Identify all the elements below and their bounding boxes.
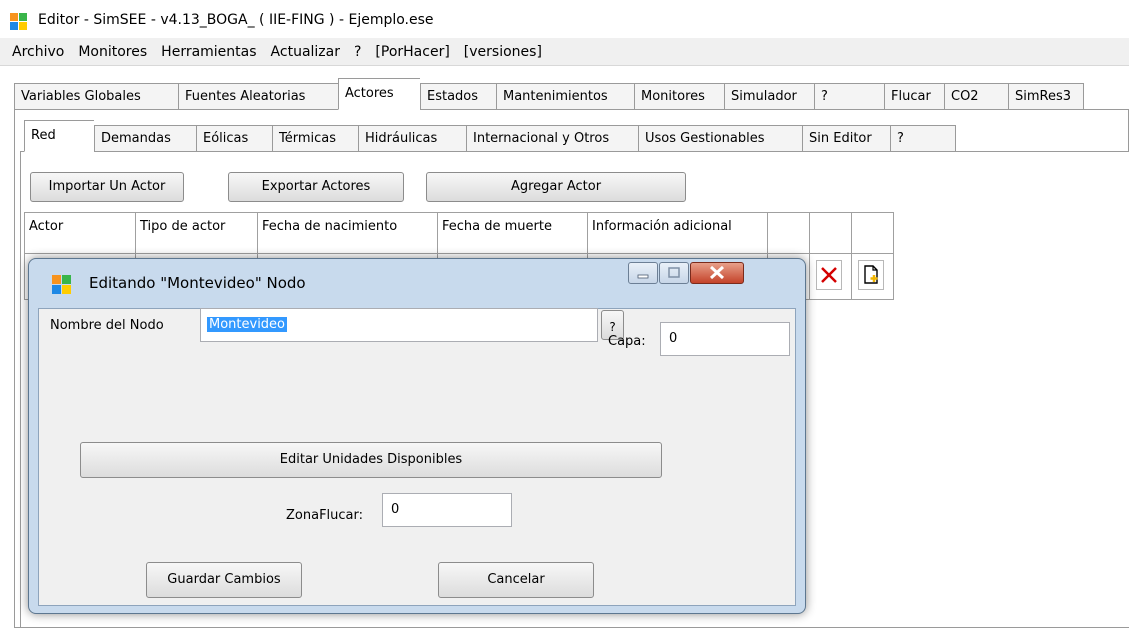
window-title: Editor - SimSEE - v4.13_BOGA_ ( IIE-FING… <box>38 12 434 28</box>
column-header-tipo[interactable]: Tipo de actor <box>136 212 258 254</box>
app-icon <box>10 13 28 31</box>
column-header-edit <box>768 212 810 254</box>
tab-red[interactable]: Red <box>24 120 94 152</box>
tab-monitores[interactable]: Monitores <box>634 83 724 110</box>
node-name-label: Nombre del Nodo <box>50 318 164 333</box>
tab-termicas[interactable]: Térmicas <box>272 125 358 152</box>
column-header-clone <box>852 212 894 254</box>
delete-button[interactable] <box>816 260 842 290</box>
maximize-button[interactable] <box>659 262 689 284</box>
inner-tab-strip: Red Demandas Eólicas Térmicas Hidráulica… <box>24 120 956 152</box>
tab-simres3[interactable]: SimRes3 <box>1008 83 1084 110</box>
tab-inner-help[interactable]: ? <box>890 125 956 152</box>
minimize-icon <box>637 274 649 279</box>
new-document-icon <box>864 265 878 284</box>
maximize-icon <box>668 267 680 278</box>
dialog-title: Editando "Montevideo" Nodo <box>89 274 306 292</box>
tab-variables-globales[interactable]: Variables Globales <box>14 83 178 110</box>
edit-units-button[interactable]: Editar Unidades Disponibles <box>80 442 662 478</box>
tab-actores[interactable]: Actores <box>338 78 420 110</box>
tab-usos-gestionables[interactable]: Usos Gestionables <box>638 125 802 152</box>
capa-field[interactable]: 0 <box>660 322 790 356</box>
tab-fuentes-aleatorias[interactable]: Fuentes Aleatorias <box>178 83 338 110</box>
tab-mantenimientos[interactable]: Mantenimientos <box>496 83 634 110</box>
tab-simulador[interactable]: Simulador <box>724 83 814 110</box>
zona-flucar-label: ZonaFlucar: <box>286 508 364 523</box>
close-button[interactable] <box>690 262 744 284</box>
menu-archivo[interactable]: Archivo <box>6 44 72 60</box>
tab-flucar[interactable]: Flucar <box>884 83 944 110</box>
menu-actualizar[interactable]: Actualizar <box>265 44 348 60</box>
column-header-nacimiento[interactable]: Fecha de nacimiento <box>258 212 438 254</box>
zona-flucar-field[interactable]: 0 <box>382 493 512 527</box>
tab-demandas[interactable]: Demandas <box>94 125 196 152</box>
add-actor-button[interactable]: Agregar Actor <box>426 172 686 202</box>
actors-grid-header: Actor Tipo de actor Fecha de nacimiento … <box>24 212 894 254</box>
close-icon <box>709 265 725 280</box>
tab-hidraulicas[interactable]: Hidráulicas <box>358 125 466 152</box>
menu-versiones[interactable]: [versiones] <box>458 44 550 60</box>
tab-internacional[interactable]: Internacional y Otros <box>466 125 638 152</box>
cancel-button[interactable]: Cancelar <box>438 562 594 598</box>
cell-clone[interactable] <box>852 254 894 300</box>
node-name-value: Montevideo <box>207 317 288 332</box>
tab-help[interactable]: ? <box>814 83 884 110</box>
tab-estados[interactable]: Estados <box>420 83 496 110</box>
export-actors-button[interactable]: Exportar Actores <box>228 172 404 202</box>
clone-button[interactable] <box>858 260 884 290</box>
column-header-actor[interactable]: Actor <box>24 212 136 254</box>
menu-monitores[interactable]: Monitores <box>72 44 155 60</box>
minimize-button[interactable] <box>628 262 658 284</box>
capa-label: Capa: <box>608 334 646 349</box>
tab-co2[interactable]: CO2 <box>944 83 1008 110</box>
save-changes-button[interactable]: Guardar Cambios <box>146 562 302 598</box>
import-actor-button[interactable]: Importar Un Actor <box>30 172 184 202</box>
dialog-app-icon <box>52 275 72 295</box>
menu-bar: Archivo Monitores Herramientas Actualiza… <box>0 38 1129 66</box>
delete-x-icon <box>821 267 837 283</box>
tab-sin-editor[interactable]: Sin Editor <box>802 125 890 152</box>
outer-tab-strip: Variables Globales Fuentes Aleatorias Ac… <box>14 78 1084 110</box>
column-header-delete <box>810 212 852 254</box>
menu-help[interactable]: ? <box>348 44 369 60</box>
menu-porhacer[interactable]: [PorHacer] <box>369 44 457 60</box>
cell-delete[interactable] <box>810 254 852 300</box>
menu-herramientas[interactable]: Herramientas <box>155 44 264 60</box>
tab-eolicas[interactable]: Eólicas <box>196 125 272 152</box>
node-name-field[interactable]: Montevideo <box>200 308 598 342</box>
column-header-info[interactable]: Información adicional <box>588 212 768 254</box>
column-header-muerte[interactable]: Fecha de muerte <box>438 212 588 254</box>
